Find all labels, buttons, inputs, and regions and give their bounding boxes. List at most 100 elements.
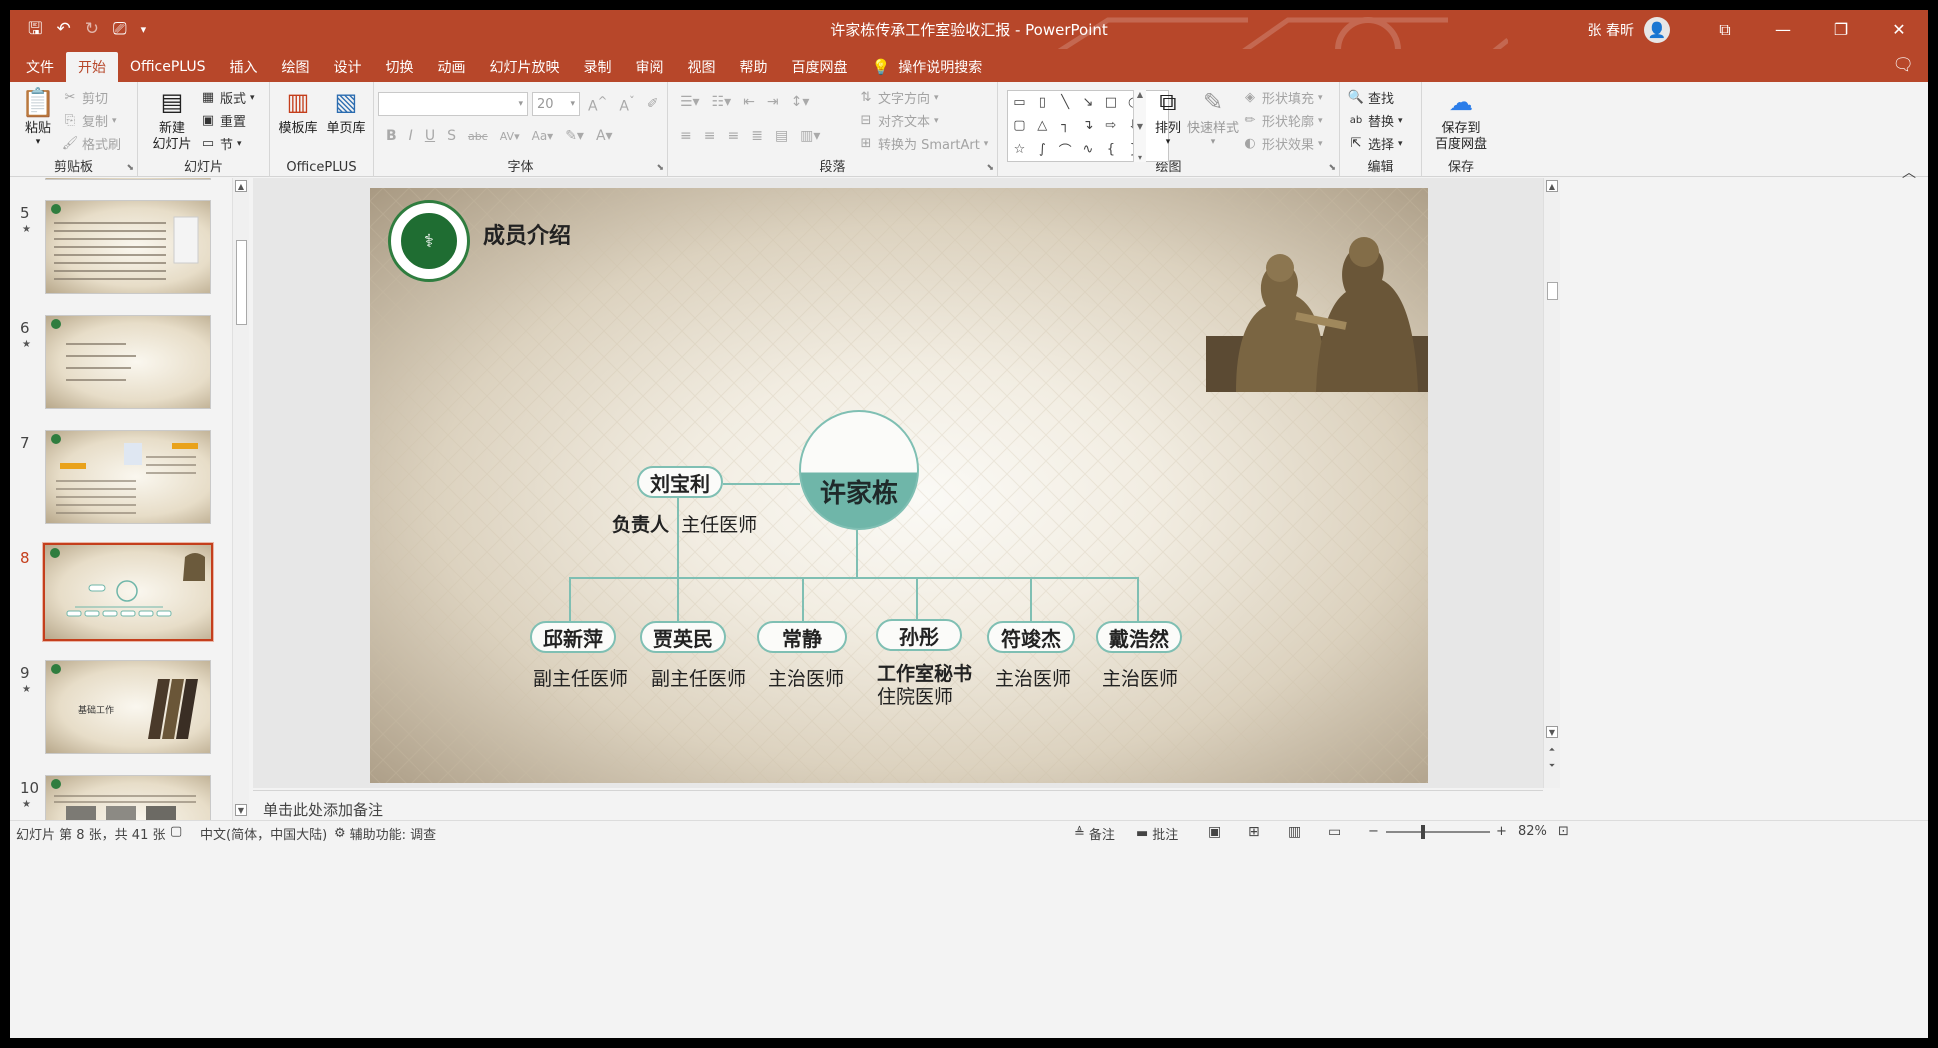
shadow-icon[interactable]: S [447, 128, 456, 144]
tell-me-search[interactable]: 💡 操作说明搜索 [860, 52, 995, 82]
member-node[interactable]: 戴浩然 [1096, 621, 1182, 653]
cut-button[interactable]: ✂ 剪切 [62, 88, 108, 107]
grow-font-icon[interactable]: A^ [588, 94, 607, 115]
change-case-icon[interactable]: Aa▾ [532, 129, 554, 143]
font-size-combo[interactable]: 20 ▾ [532, 92, 580, 116]
redo-icon[interactable]: ↻ [85, 21, 99, 38]
right-arrow-shape-icon[interactable]: ⇨ [1099, 114, 1122, 137]
arrange-button[interactable]: ⧉ 排列 ▾ [1150, 86, 1186, 149]
shapes-gallery-scroll[interactable]: ▲ ▼ ▾ [1133, 90, 1146, 162]
drawing-launcher-icon[interactable]: ⬊ [1328, 163, 1336, 173]
char-spacing-icon[interactable]: AV▾ [500, 130, 520, 143]
align-left-icon[interactable]: ≡ [680, 128, 692, 144]
tab-baidu[interactable]: 百度网盘 [780, 52, 860, 82]
member-node-liu[interactable]: 刘宝利 [637, 466, 723, 498]
zoom-in-icon[interactable]: + [1496, 824, 1507, 839]
textbox-shape-icon[interactable]: ▭ [1008, 91, 1031, 114]
member-node[interactable]: 邱新萍 [530, 621, 616, 653]
arc-shape-icon[interactable]: ⌒ [1054, 138, 1077, 161]
editor-scroll-thumb[interactable] [1547, 282, 1558, 300]
align-center-icon[interactable]: ≡ [704, 128, 716, 144]
scroll-up-arrow-icon[interactable]: ▲ [235, 180, 247, 192]
paste-button[interactable]: 📋 粘贴 ▾ [18, 86, 58, 149]
highlight-icon[interactable]: ✎▾ [565, 128, 584, 144]
member-node[interactable]: 常静 [757, 621, 847, 653]
align-text-button[interactable]: ⊟ 对齐文本 ▾ [858, 111, 939, 130]
spelling-icon[interactable]: ▢ [170, 824, 182, 839]
textbox-v-shape-icon[interactable]: ▯ [1031, 91, 1054, 114]
elbow-arrow-shape-icon[interactable]: ↴ [1077, 114, 1100, 137]
tab-draw[interactable]: 绘图 [270, 52, 322, 82]
tab-file[interactable]: 文件 [14, 52, 66, 82]
tab-record[interactable]: 录制 [572, 52, 624, 82]
numbering-icon[interactable]: ☷▾ [712, 94, 732, 110]
font-launcher-icon[interactable]: ⬊ [656, 163, 664, 173]
elbow-shape-icon[interactable]: ┐ [1054, 114, 1077, 137]
quick-styles-button[interactable]: ✎ 快速样式 ▾ [1186, 86, 1240, 149]
tab-view[interactable]: 视图 [676, 52, 728, 82]
template-library-button[interactable]: ▥ 模板库 [278, 86, 318, 137]
italic-icon[interactable]: I [409, 128, 413, 144]
close-icon[interactable]: ✕ [1870, 10, 1928, 49]
notes-toggle[interactable]: ≜ 备注 [1074, 824, 1115, 843]
leader-circle-node[interactable]: 许家栋 [799, 410, 919, 530]
accessibility-checker[interactable]: ⚙ 辅助功能: 调查 [334, 824, 436, 843]
star-shape-icon[interactable]: ☆ [1008, 138, 1031, 161]
underline-icon[interactable]: U [425, 128, 435, 144]
layout-button[interactable]: ▦ 版式 ▾ [200, 88, 255, 107]
shape-effects-button[interactable]: ◐ 形状效果 ▾ [1242, 134, 1322, 153]
section-button[interactable]: ▭ 节 ▾ [200, 134, 242, 153]
arrow-line-shape-icon[interactable]: ↘ [1077, 91, 1100, 114]
minimize-icon[interactable]: — [1754, 10, 1812, 49]
thumbnails-scrollbar[interactable]: ▲ ▼ [232, 178, 249, 820]
tab-design[interactable]: 设计 [322, 52, 374, 82]
curve-shape-icon[interactable]: ∫ [1031, 138, 1054, 161]
scroll-down-arrow-icon[interactable]: ▼ [1546, 726, 1558, 738]
fit-to-window-icon[interactable]: ⊡ [1558, 824, 1569, 839]
customize-qat-icon[interactable]: ▾ [141, 24, 147, 35]
slide-thumbnail[interactable] [45, 315, 211, 409]
member-node[interactable]: 贾英民 [640, 621, 726, 653]
strikethrough-icon[interactable]: abc [468, 130, 488, 143]
slide-canvas[interactable]: ⚕ 成员介绍 许家栋 刘宝利 负责人 主任医师 邱新萍 副主任医师 贾英民 副主… [370, 188, 1428, 783]
reading-view-icon[interactable]: ▥ [1288, 824, 1301, 840]
undo-icon[interactable]: ↶ [56, 21, 70, 38]
convert-smartart-button[interactable]: ⊞ 转换为 SmartArt ▾ [858, 134, 989, 153]
shrink-font-icon[interactable]: Aˇ [619, 94, 634, 115]
format-painter-button[interactable]: 🖌 格式刷 [62, 134, 121, 153]
collapse-ribbon-icon[interactable]: ︿ [1902, 162, 1916, 182]
slide-thumbnail[interactable]: 基础工作 [45, 660, 211, 754]
slide-title[interactable]: 成员介绍 [483, 218, 571, 250]
next-slide-icon[interactable]: ⏷ [1546, 760, 1558, 772]
align-right-icon[interactable]: ≡ [727, 128, 739, 144]
bold-icon[interactable]: B [386, 128, 397, 144]
triangle-shape-icon[interactable]: △ [1031, 114, 1054, 137]
scroll-up-arrow-icon[interactable]: ▲ [1546, 180, 1558, 192]
user-account[interactable]: 张 春昕 👤 [1588, 16, 1670, 43]
zoom-level[interactable]: 82% [1518, 824, 1547, 839]
restore-icon[interactable]: ❐ [1812, 10, 1870, 49]
zoom-slider[interactable] [1386, 831, 1490, 833]
font-name-combo[interactable]: ▾ [378, 92, 528, 116]
clipboard-launcher-icon[interactable]: ⬊ [126, 163, 134, 173]
decrease-indent-icon[interactable]: ⇤ [743, 94, 755, 110]
wave-shape-icon[interactable]: ∿ [1077, 138, 1100, 161]
shape-outline-button[interactable]: ✏ 形状轮廓 ▾ [1242, 111, 1323, 130]
editor-scrollbar[interactable]: ▲ ▼ ⏶ ⏷ [1543, 178, 1560, 788]
paragraph-launcher-icon[interactable]: ⬊ [986, 163, 994, 173]
rectangle-shape-icon[interactable]: □ [1099, 91, 1122, 114]
copy-button[interactable]: ⎘ 复制 ▾ [62, 111, 117, 130]
save-icon[interactable]: 🖫 [28, 21, 42, 38]
slide-thumbnail-current[interactable] [42, 542, 214, 642]
tab-slideshow[interactable]: 幻灯片放映 [478, 52, 572, 82]
comments-toggle[interactable]: ▬ 批注 [1136, 824, 1178, 843]
line-spacing-icon[interactable]: ↕▾ [791, 94, 810, 110]
slide-sorter-icon[interactable]: ⊞ [1248, 824, 1260, 840]
bullets-icon[interactable]: ☰▾ [680, 94, 700, 110]
tab-home[interactable]: 开始 [66, 52, 118, 82]
slide-thumbnail[interactable] [45, 775, 211, 820]
find-button[interactable]: 🔍 查找 [1348, 88, 1394, 107]
member-node[interactable]: 符竣杰 [987, 621, 1075, 653]
brace-left-shape-icon[interactable]: { [1099, 138, 1122, 161]
single-page-library-button[interactable]: ▧ 单页库 [324, 86, 368, 137]
